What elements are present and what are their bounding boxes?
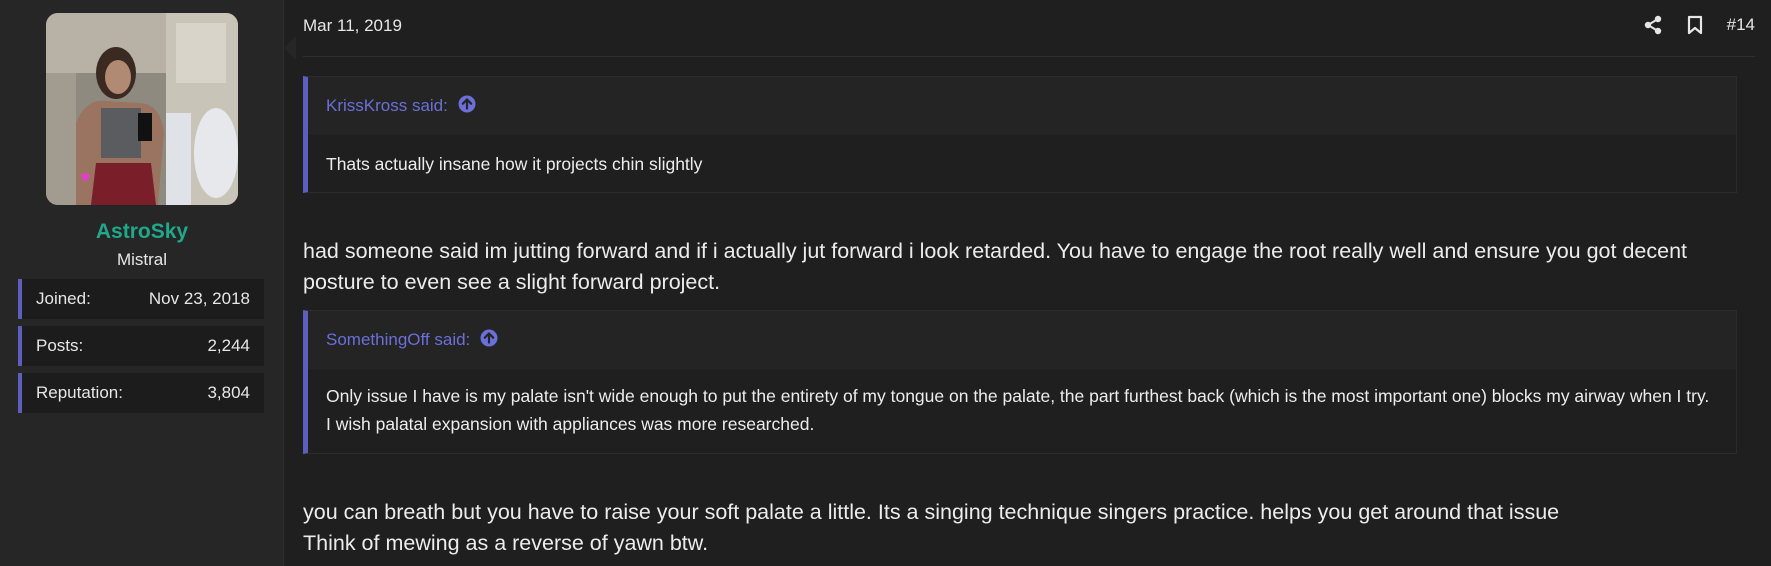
quote-header: SomethingOff said: xyxy=(308,311,1736,369)
message-main-cell: Mar 11, 2019 #14 KrissKross said: Thats … xyxy=(285,0,1771,566)
avatar-image xyxy=(46,13,238,205)
post-date[interactable]: Mar 11, 2019 xyxy=(303,16,402,36)
post-number-link[interactable]: #14 xyxy=(1727,15,1755,35)
quote-content: Only issue I have is my palate isn't wid… xyxy=(308,369,1736,453)
bookmark-icon[interactable] xyxy=(1685,14,1705,36)
quote-header: KrissKross said: xyxy=(308,77,1736,135)
header-divider xyxy=(303,56,1755,57)
stat-value: Nov 23, 2018 xyxy=(148,289,250,308)
username-link[interactable]: AstroSky xyxy=(0,220,284,244)
post-actions: #14 xyxy=(1643,14,1755,36)
arrow-up-circle-icon[interactable] xyxy=(458,95,476,118)
stat-label: Joined: xyxy=(36,289,91,308)
stat-label: Reputation: xyxy=(36,383,123,402)
stat-joined: Joined: Nov 23, 2018 xyxy=(18,279,264,319)
post-paragraph: had someone said im jutting forward and … xyxy=(303,239,1688,294)
stat-posts: Posts: 2,244 xyxy=(18,326,264,366)
stat-reputation: Reputation: 3,804 xyxy=(18,373,264,413)
stat-value: 3,804 xyxy=(207,383,250,402)
user-title: Mistral xyxy=(116,250,168,269)
heart-icon: ♥ xyxy=(80,171,91,185)
quote-author-link[interactable]: SomethingOff said: xyxy=(326,330,470,350)
stat-label: Posts: xyxy=(36,336,84,355)
avatar[interactable]: ♥ xyxy=(46,13,238,205)
share-icon[interactable] xyxy=(1643,14,1663,36)
quote-content: Thats actually insane how it projects ch… xyxy=(308,135,1736,192)
post-paragraph: you can breath but you have to raise you… xyxy=(303,500,1560,555)
arrow-up-circle-icon[interactable] xyxy=(480,329,498,352)
stat-value[interactable]: 2,244 xyxy=(207,336,250,356)
quote-block: SomethingOff said: Only issue I have is … xyxy=(303,310,1737,454)
quote-author-link[interactable]: KrissKross said: xyxy=(326,96,448,116)
message-user-cell: ♥ AstroSky Mistral Joined: Nov 23, 2018 … xyxy=(0,0,284,566)
quote-block: KrissKross said: Thats actually insane h… xyxy=(303,76,1737,193)
